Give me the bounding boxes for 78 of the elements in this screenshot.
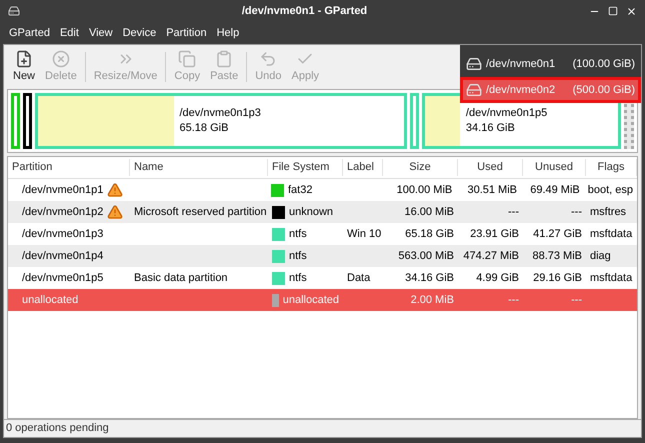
table-cell-text: 30.51 MiB bbox=[467, 182, 517, 198]
table-cell-text: ntfs bbox=[289, 248, 307, 264]
table-cell-text: --- bbox=[508, 292, 519, 308]
table-cell-text: --- bbox=[571, 204, 582, 220]
table-cell-text: fat32 bbox=[288, 182, 312, 198]
partition-size: 34.16 GiB bbox=[466, 121, 516, 136]
table-cell-text: 29.16 GiB bbox=[533, 270, 582, 286]
table-cell-text: 4.99 GiB bbox=[476, 270, 519, 286]
column-header[interactable]: Label bbox=[343, 159, 383, 176]
copy-icon bbox=[178, 50, 196, 68]
table-cell-text: /dev/nvme0n1p1 bbox=[22, 182, 104, 198]
close-icon[interactable] bbox=[626, 6, 637, 16]
table-cell-text: Microsoft reserved partition bbox=[134, 204, 267, 220]
table-cell-text: ntfs bbox=[289, 226, 307, 242]
column-header[interactable]: Unused bbox=[523, 159, 586, 176]
table-cell-text: 23.91 GiB bbox=[470, 226, 519, 242]
hard-drive-icon bbox=[466, 82, 482, 98]
hard-drive-icon bbox=[466, 56, 482, 72]
circle-x-icon bbox=[52, 50, 70, 68]
menu-item[interactable]: Partition bbox=[161, 24, 212, 42]
table-cell-text: boot, esp bbox=[588, 182, 633, 198]
partition-name: /dev/nvme0n1p5 bbox=[466, 106, 548, 121]
table-cell-text: Win 10 bbox=[347, 226, 382, 242]
table-cell-text: unallocated bbox=[282, 292, 339, 308]
table-cell-text: msftdata bbox=[590, 226, 632, 242]
table-cell-text: 41.27 GiB bbox=[533, 226, 582, 242]
drive-option[interactable]: /dev/nvme0n2 (500.00 GiB) bbox=[460, 77, 641, 103]
table-cell-text: Basic data partition bbox=[134, 270, 228, 286]
column-header[interactable]: Flags bbox=[586, 159, 637, 176]
column-header[interactable]: File System bbox=[268, 159, 343, 176]
toolbar-button[interactable]: New bbox=[8, 50, 40, 84]
partition-name: /dev/nvme0n1p3 bbox=[180, 106, 262, 121]
table-cell-text: unknown bbox=[289, 204, 334, 220]
column-header[interactable]: Used bbox=[458, 159, 523, 176]
table-cell-text: 65.18 GiB bbox=[405, 226, 454, 242]
table-cell-text: --- bbox=[508, 204, 519, 220]
drive-option[interactable]: /dev/nvme0n1 (100.00 GiB) bbox=[460, 51, 641, 77]
table-cell-text: /dev/nvme0n1p2 bbox=[22, 204, 104, 220]
column-header[interactable]: Partition bbox=[8, 159, 130, 176]
table-cell-text: --- bbox=[571, 292, 582, 308]
table-cell-text: ntfs bbox=[289, 270, 307, 286]
table-cell-text: msftdata bbox=[590, 270, 632, 286]
table-cell-text: 100.00 MiB bbox=[396, 182, 452, 198]
new-file-icon bbox=[15, 50, 33, 68]
table-cell-text: 16.00 MiB bbox=[404, 204, 454, 220]
partition-segment[interactable]: /dev/nvme0n1p3 65.18 GiB bbox=[35, 93, 408, 149]
menu-item[interactable]: Edit bbox=[54, 24, 84, 42]
table-row[interactable]: /dev/nvme0n1p4 ntfs 563.00 MiB 474.27 MiB 88.73 MiB diag bbox=[8, 245, 637, 267]
table-cell-text: 34.16 GiB bbox=[405, 270, 454, 286]
app-icon bbox=[8, 5, 20, 17]
undo-icon bbox=[259, 50, 278, 68]
menu-item[interactable]: GParted bbox=[4, 24, 55, 42]
table-cell-text: /dev/nvme0n1p3 bbox=[22, 226, 104, 242]
partition-segment[interactable] bbox=[23, 93, 32, 149]
table-cell-text: /dev/nvme0n1p4 bbox=[22, 248, 104, 264]
window-title: /dev/nvme0n1 - GParted bbox=[240, 4, 368, 19]
table-cell-text: 88.73 MiB bbox=[532, 248, 582, 264]
table-cell-text: diag bbox=[590, 248, 611, 264]
maximize-icon[interactable] bbox=[608, 6, 618, 16]
table-cell-text: 2.00 MiB bbox=[410, 292, 454, 308]
table-row[interactable]: /dev/nvme0n1p2 Microsoft reserved partition unknown 16.00 MiB --- --- msftres bbox=[8, 201, 637, 223]
column-header[interactable]: Size bbox=[383, 159, 458, 176]
table-cell-text: Data bbox=[347, 270, 370, 286]
table-cell-text: 69.49 MiB bbox=[530, 182, 580, 198]
column-header[interactable]: Name bbox=[130, 159, 268, 176]
menu-item[interactable]: View bbox=[84, 24, 118, 42]
table-cell-text: 563.00 MiB bbox=[398, 248, 454, 264]
menu-item[interactable]: Help bbox=[212, 24, 244, 42]
table-cell-text: msftres bbox=[590, 204, 626, 220]
partition-size: 65.18 GiB bbox=[180, 121, 230, 136]
table-cell-text: unallocated bbox=[22, 292, 78, 308]
table-cell-text: /dev/nvme0n1p5 bbox=[22, 270, 104, 286]
menu-item[interactable]: Device bbox=[118, 24, 162, 42]
device-name: /dev/nvme0n1 bbox=[486, 56, 556, 72]
device-size: (100.00 GiB) bbox=[572, 56, 635, 72]
clipboard-icon bbox=[215, 50, 234, 68]
table-cell-text: 474.27 MiB bbox=[463, 248, 519, 264]
status-text: 0 operations pending bbox=[6, 421, 109, 436]
